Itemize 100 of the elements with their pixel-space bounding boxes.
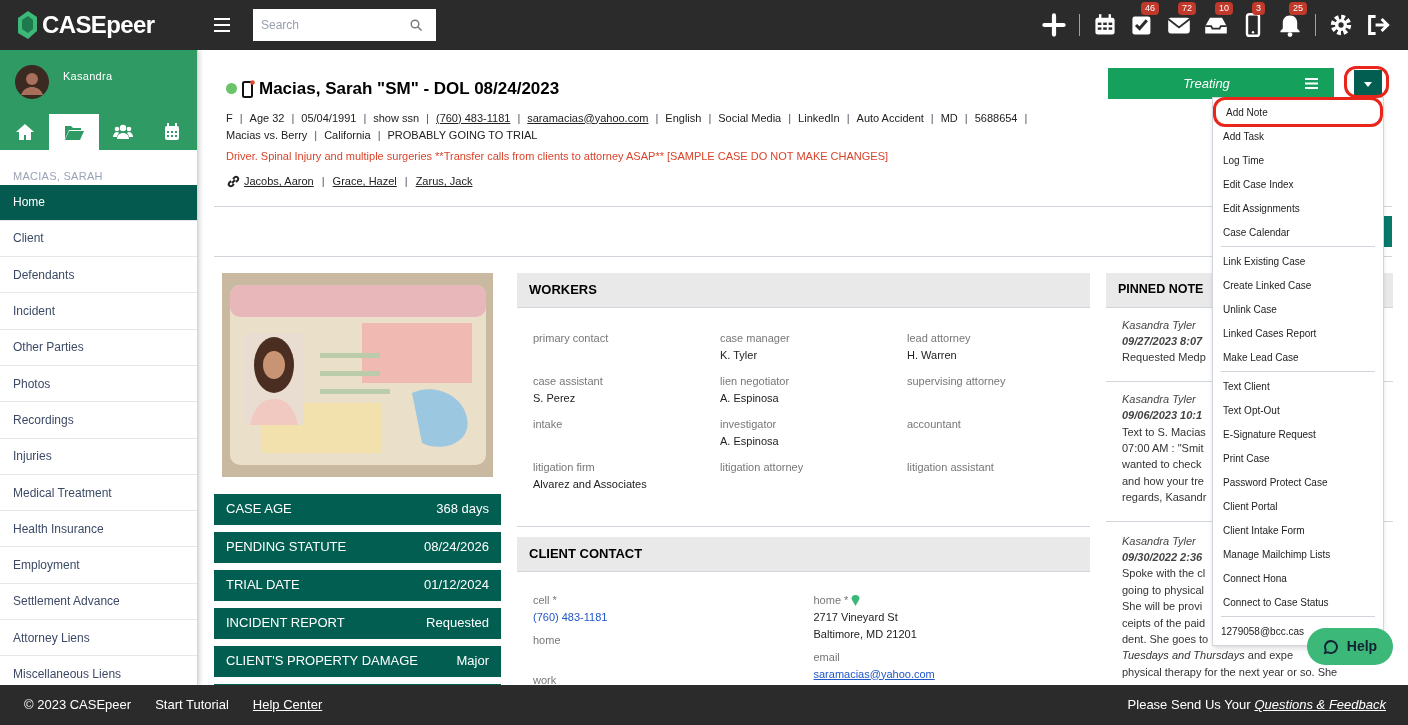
menu-item[interactable]: Edit Assignments xyxy=(1213,196,1383,220)
help-button[interactable]: Help xyxy=(1307,628,1393,665)
calendar-icon[interactable] xyxy=(1093,13,1117,37)
info-link[interactable]: (760) 483-1181 xyxy=(435,109,511,127)
menu-item[interactable]: Text Opt-Out xyxy=(1213,398,1383,422)
info-text: MD xyxy=(940,110,958,126)
sidebar-item[interactable]: Health Insurance xyxy=(0,511,197,548)
note-date: 09/30/2022 2:36 xyxy=(1122,549,1203,565)
field-label: primary contact xyxy=(533,330,610,346)
people-icon xyxy=(113,122,134,142)
sidebar-item[interactable]: Other Parties xyxy=(0,329,197,366)
field-label: lead attorney xyxy=(907,330,972,346)
footer-link[interactable]: Start Tutorial xyxy=(155,695,229,715)
stat-value: 368 days xyxy=(436,500,489,519)
separator: | xyxy=(426,110,429,126)
field-label: lien negotiator xyxy=(720,373,791,389)
linked-case-link[interactable]: Grace, Hazel xyxy=(332,173,397,190)
menu-item[interactable]: 1279058@bcc.cas xyxy=(1213,619,1304,643)
linked-case-link[interactable]: Zarus, Jack xyxy=(415,173,473,190)
menu-item[interactable]: Add Note xyxy=(1216,100,1380,124)
menu-item[interactable]: Log Time xyxy=(1213,148,1383,172)
sidebar-tab[interactable] xyxy=(49,114,99,150)
menu-item[interactable]: Manage Mailchimp Lists xyxy=(1213,542,1383,566)
note-author: Kasandra Tyler xyxy=(1122,533,1196,549)
menu-icon[interactable] xyxy=(214,18,230,32)
sidebar-item[interactable]: Medical Treatment xyxy=(0,474,197,512)
field-label: home xyxy=(533,632,561,648)
linked-case-link[interactable]: Jacobs, Aaron xyxy=(244,173,314,190)
count-badge: 72 xyxy=(1178,2,1196,15)
separator: | xyxy=(846,110,850,126)
note-text: physical therapy for the next year or so. She xyxy=(1122,664,1338,680)
mobile-phone-icon xyxy=(241,79,255,98)
stat-label: CASE AGE xyxy=(226,500,292,519)
info-text: F xyxy=(226,110,233,126)
separator: | xyxy=(321,174,325,189)
stat-label: TRIAL DATE xyxy=(226,576,300,595)
menu-item[interactable]: Make Lead Case xyxy=(1213,345,1383,369)
bell-icon[interactable] xyxy=(1278,13,1302,37)
menu-item[interactable]: Text Client xyxy=(1213,374,1383,398)
sidebar-item[interactable]: Settlement Advance xyxy=(0,583,197,621)
contact-link[interactable]: (760) 483-1181 xyxy=(533,608,608,626)
alert-text: Driver. Spinal Injury and multiple surgeries **Transfer calls from clients to attorney ASAP** [SAMPLE CASE DO NOT MAKE CHANGES] xyxy=(226,148,889,164)
contact-link[interactable]: saramacias@yahoo.com xyxy=(813,665,935,683)
field-value: K. Tyler xyxy=(720,347,759,363)
menu-item[interactable]: Case Calendar xyxy=(1213,220,1383,244)
field-label: email xyxy=(813,649,840,665)
note-text: 07:00 AM : "Smit xyxy=(1122,440,1204,456)
home-icon xyxy=(14,122,35,142)
panel-title: PINNED NOTE xyxy=(1118,281,1204,299)
sidebar-item[interactable]: Defendants xyxy=(0,257,197,294)
note-text: She will be provi xyxy=(1122,599,1203,615)
info-text: Macias vs. Berry xyxy=(226,127,308,143)
menu-item[interactable]: Connect to Case Status xyxy=(1213,590,1383,614)
note-text: Tuesdays and Thursdays and expe xyxy=(1122,648,1294,664)
menu-item[interactable]: Edit Case Index xyxy=(1213,172,1383,196)
search-field[interactable]: Search xyxy=(253,9,436,41)
plus-icon[interactable] xyxy=(1042,13,1066,37)
info-text: show ssn xyxy=(373,110,420,126)
field-label: case manager xyxy=(720,330,791,346)
note-text: going to physical xyxy=(1122,582,1204,598)
sidebar-item[interactable]: Home xyxy=(0,184,197,221)
info-text: LinkedIn xyxy=(798,110,840,126)
logout-icon[interactable] xyxy=(1366,13,1390,37)
info-text: 05/04/1991 xyxy=(301,110,357,126)
separator: | xyxy=(655,110,659,126)
sidebar-item[interactable]: Incident xyxy=(0,293,197,330)
menu-item[interactable]: Password Protect Case xyxy=(1213,470,1383,494)
menu-item[interactable]: Connect Hona xyxy=(1213,566,1383,590)
sidebar-item[interactable]: Client xyxy=(0,220,197,258)
field-value: S. Perez xyxy=(533,390,577,406)
feedback-link[interactable]: Questions & Feedback xyxy=(1254,695,1386,715)
sidebar-item[interactable]: Miscellaneous Liens xyxy=(0,656,197,685)
menu-item[interactable]: Unlink Case xyxy=(1213,297,1383,321)
sidebar-item[interactable]: Injuries xyxy=(0,438,197,475)
menu-item[interactable]: Linked Cases Report xyxy=(1213,321,1383,345)
search-icon[interactable] xyxy=(410,19,422,31)
menu-item[interactable]: Create Linked Case xyxy=(1213,273,1383,297)
settings-icon[interactable] xyxy=(1329,13,1353,37)
user-name: Kasandra xyxy=(63,69,113,84)
menu-item[interactable]: E-Signature Request xyxy=(1213,422,1383,446)
menu-item[interactable]: Client Intake Form xyxy=(1213,518,1383,542)
menu-item[interactable]: Add Task xyxy=(1213,124,1383,148)
copyright-text: © 2023 CASEpeer xyxy=(24,696,132,715)
info-link[interactable]: saramacias@yahoo.com xyxy=(527,109,649,127)
sidebar-item[interactable]: Photos xyxy=(0,366,197,403)
dropdown-toggle[interactable] xyxy=(1354,70,1382,98)
menu-item[interactable]: Link Existing Case xyxy=(1213,249,1383,273)
sidebar-item[interactable]: Employment xyxy=(0,547,197,584)
stat-label: CLIENT'S PROPERTY DAMAGE xyxy=(226,652,418,671)
menu-item[interactable]: Print Case xyxy=(1213,446,1383,470)
field-value: A. Espinosa xyxy=(720,433,780,449)
sidebar-item[interactable]: Recordings xyxy=(0,402,197,439)
menu-item[interactable]: Client Portal xyxy=(1213,494,1383,518)
info-text: Social Media xyxy=(718,110,782,126)
info-text: California xyxy=(324,127,371,143)
footer-link[interactable]: Help Center xyxy=(252,695,323,715)
separator: | xyxy=(930,110,934,126)
field-label: investigator xyxy=(720,416,778,432)
sidebar-item[interactable]: Attorney Liens xyxy=(0,620,197,657)
field-value: 2717 Vineyard St xyxy=(813,609,898,625)
